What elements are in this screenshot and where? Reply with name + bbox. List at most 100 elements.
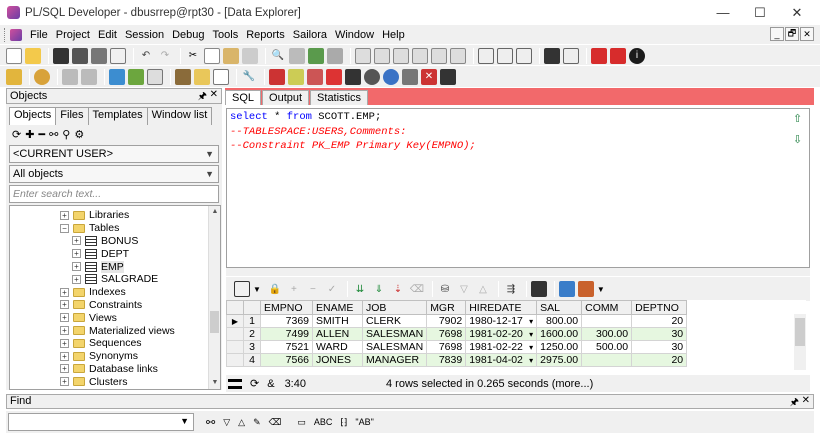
cell-empno[interactable]: 7499	[260, 327, 313, 341]
expand-icon[interactable]: +	[72, 262, 81, 272]
chevron-down-icon[interactable]: ▾	[527, 356, 533, 365]
key-icon[interactable]	[6, 68, 22, 85]
chevron-down-icon[interactable]: ▼	[597, 285, 605, 294]
describe-icon[interactable]	[497, 47, 513, 64]
oracle-icon[interactable]	[591, 47, 607, 64]
open-folder-icon[interactable]	[25, 47, 41, 64]
scroll-thumb[interactable]	[210, 311, 219, 333]
user-select[interactable]: <CURRENT USER> ▼	[9, 145, 219, 163]
query-builder-icon[interactable]	[516, 47, 532, 64]
window-tile-icon[interactable]	[544, 47, 560, 64]
find-objects-icon[interactable]: ⚯	[49, 128, 58, 141]
column-header-job[interactable]: JOB	[361, 300, 428, 315]
cell-job[interactable]: SALESMAN	[361, 327, 428, 341]
cell-empno[interactable]: 7566	[260, 353, 313, 367]
tree-item[interactable]: + Constraints	[10, 299, 220, 312]
cell-deptno[interactable]: 20	[631, 314, 688, 328]
search-input[interactable]: Enter search text...	[9, 185, 219, 203]
table-row[interactable]: 4 7566 JONES MANAGER 7839 1981-04-02 ▾ 2975.00…	[226, 353, 688, 367]
find-input[interactable]: ▼	[8, 413, 194, 431]
paste-icon[interactable]	[223, 47, 239, 64]
properties-icon[interactable]: ⚙	[74, 128, 84, 141]
menu-file[interactable]: File	[26, 29, 52, 41]
mdi-restore-button[interactable]: 🗗	[785, 27, 799, 41]
window-cascade-icon[interactable]	[563, 47, 579, 64]
save-all-icon[interactable]	[72, 47, 88, 64]
tab-sql[interactable]: SQL	[225, 90, 262, 105]
export-icon[interactable]	[402, 68, 418, 85]
cell-ename[interactable]: ALLEN	[312, 327, 363, 341]
column-header-ename[interactable]: ENAME	[312, 300, 363, 315]
tab-output[interactable]: Output	[262, 90, 310, 105]
scroll-down-icon[interactable]: ▼	[209, 377, 220, 389]
menu-reports[interactable]: Reports	[242, 29, 289, 41]
print-icon[interactable]	[91, 47, 107, 64]
cell-job[interactable]: MANAGER	[361, 353, 428, 367]
cell-ename[interactable]: SMITH	[312, 314, 363, 328]
cell-ename[interactable]: JONES	[312, 353, 363, 367]
close-button[interactable]: ✕	[778, 0, 816, 25]
tab-statistics[interactable]: Statistics	[310, 90, 369, 105]
match-case-toggle[interactable]: ABC	[314, 417, 333, 427]
cell-sal[interactable]: 1250.00	[536, 340, 583, 354]
expand-icon[interactable]: +	[60, 326, 69, 336]
uppercase-icon[interactable]	[393, 47, 409, 64]
query-by-example-icon[interactable]: ⛁	[437, 281, 453, 297]
cell-comm[interactable]: 300.00	[581, 327, 633, 341]
tree-item[interactable]: + Materialized views	[10, 324, 220, 337]
previous-icon[interactable]: ▽	[456, 281, 472, 297]
wrench-icon[interactable]: 🔧	[241, 69, 257, 85]
tree-item[interactable]: + BONUS	[10, 235, 220, 248]
menu-edit[interactable]: Edit	[94, 29, 121, 41]
execute-icon[interactable]	[308, 47, 324, 64]
eraser-icon[interactable]: ⌫	[269, 417, 282, 428]
tree-item[interactable]: + Database links	[10, 363, 220, 376]
table-row[interactable]: ▶ 1 7369 SMITH CLERK 7902 1980-12-17 ▾ 800.00 20	[226, 314, 688, 328]
expand-icon[interactable]: +	[60, 313, 69, 323]
grid-scrollbar[interactable]	[794, 314, 806, 370]
delete-icon[interactable]: ✕	[421, 68, 437, 85]
cell-mgr[interactable]: 7902	[426, 314, 467, 328]
highlight-icon[interactable]: ✎	[253, 417, 261, 428]
print-preview-icon[interactable]	[110, 47, 126, 64]
pdf-icon[interactable]	[610, 47, 626, 64]
cell-deptno[interactable]: 30	[631, 327, 688, 341]
tab-files[interactable]: Files	[55, 107, 89, 125]
menu-tools[interactable]: Tools	[209, 29, 243, 41]
compile-all-icon[interactable]	[194, 68, 210, 85]
connect-icon[interactable]	[109, 68, 125, 85]
tree-item[interactable]: + Sequences	[10, 337, 220, 350]
scroll-up-icon[interactable]: ▲	[209, 206, 220, 218]
table-row[interactable]: 3 7521 WARD SALESMAN 7698 1981-02-22 ▾ 1250.00…	[226, 340, 688, 354]
chevron-down-icon[interactable]: ▾	[527, 330, 533, 339]
pin-icon[interactable]: 🖈	[790, 395, 799, 412]
add-icon[interactable]: ✚	[25, 128, 34, 141]
find-next-icon[interactable]: ▽	[223, 417, 230, 428]
column-header-comm[interactable]: COMM	[581, 300, 633, 315]
tab-window-list[interactable]: Window list	[146, 107, 213, 125]
post-changes-icon[interactable]: ✓	[324, 281, 340, 297]
disk-icon[interactable]	[364, 68, 380, 85]
replace-icon[interactable]	[289, 47, 305, 64]
tree-scrollbar[interactable]: ▲ ▼	[208, 206, 220, 389]
tree-item[interactable]: + EMP	[10, 260, 220, 273]
menu-window[interactable]: Window	[331, 29, 378, 41]
menu-project[interactable]: Project	[52, 29, 94, 41]
filter-select[interactable]: All objects ▼	[9, 165, 219, 183]
table-row[interactable]: 2 7499 ALLEN SALESMAN 7698 1981-02-20 ▾ 1600.0…	[226, 327, 688, 341]
expand-icon[interactable]: +	[60, 287, 69, 297]
minimize-button[interactable]: —	[704, 0, 742, 25]
delete-record-icon[interactable]: −	[305, 281, 321, 297]
cell-comm[interactable]: 500.00	[581, 340, 633, 354]
gear-icon[interactable]	[34, 68, 50, 85]
explain-plan-icon[interactable]	[478, 47, 494, 64]
chart-icon[interactable]	[577, 281, 594, 297]
next-icon[interactable]: △	[475, 281, 491, 297]
mdi-minimize-button[interactable]: _	[770, 27, 784, 41]
save-icon[interactable]	[53, 47, 69, 64]
splitter[interactable]	[226, 268, 810, 276]
cell-sal[interactable]: 1600.00	[536, 327, 583, 341]
sql-editor[interactable]: select * from SCOTT.EMP; --TABLESPACE:US…	[226, 108, 810, 268]
break-icon[interactable]	[327, 47, 343, 64]
selection-icon[interactable]: ▭	[297, 417, 306, 428]
